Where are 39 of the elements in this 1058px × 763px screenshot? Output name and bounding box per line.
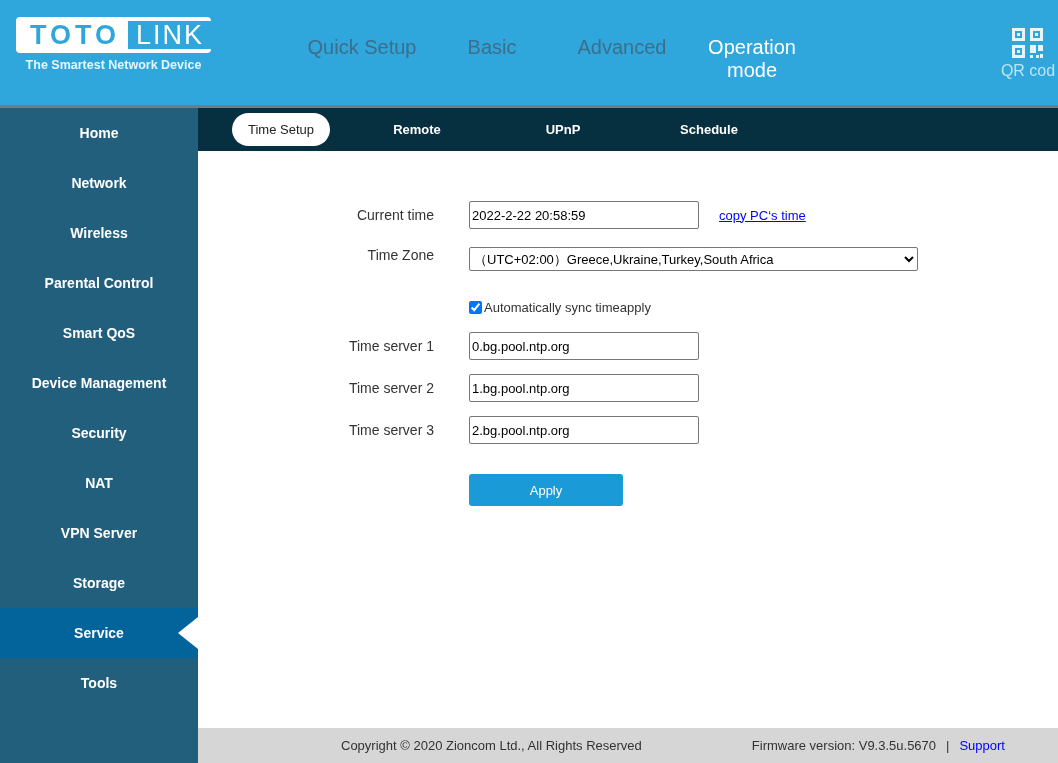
field-label: Time server 1	[347, 337, 434, 354]
sidebar-item[interactable]: Wireless	[0, 208, 198, 258]
field-label: Time server 2	[347, 379, 434, 396]
logo-tagline: The Smartest Network Device	[25, 58, 202, 72]
sidebar-item[interactable]: Service	[0, 608, 198, 658]
qr-code-label: QR cod	[1000, 62, 1056, 80]
checkbox[interactable]	[469, 301, 482, 314]
logo-text: TOTO	[30, 19, 120, 51]
time-zone-select[interactable]: （UTC+02:00）Greece,Ukraine,Turkey,South Africa	[469, 247, 918, 271]
field-label: Time server 3	[347, 421, 434, 438]
logo-text: LINK	[128, 21, 213, 49]
separator: |	[946, 738, 950, 753]
sidebar-item[interactable]: Smart QoS	[0, 308, 198, 358]
input-field[interactable]: 0.bg.pool.ntp.org	[469, 332, 699, 360]
sidebar-item[interactable]: NAT	[0, 458, 198, 508]
checkbox-label: Automatically sync timeapply	[484, 300, 651, 315]
sidebar-item[interactable]: Home	[0, 108, 198, 158]
sidebar-item[interactable]: Network	[0, 158, 198, 208]
sidebar-item[interactable]: VPN Server	[0, 508, 198, 558]
copy-time-link[interactable]: copy PC‘s time	[719, 207, 806, 223]
sidebar-item[interactable]: Storage	[0, 558, 198, 608]
sidebar-item[interactable]: Tools	[0, 658, 198, 708]
input-field[interactable]: 1.bg.pool.ntp.org	[469, 374, 699, 402]
qr-code-icon[interactable]	[1012, 28, 1044, 58]
tab[interactable]: UPnP	[514, 113, 612, 146]
tab[interactable]: Remote	[368, 113, 466, 146]
sidebar-item[interactable]: Security	[0, 408, 198, 458]
input-field[interactable]: 2.bg.pool.ntp.org	[469, 416, 699, 444]
tab[interactable]: Schedule	[660, 113, 758, 146]
field-label: Current time	[355, 206, 434, 223]
input-field[interactable]: 2022-2-22 20:58:59	[469, 201, 699, 229]
copyright-text: Copyright © 2020 Zioncom Ltd., All Rights Reserved	[341, 738, 642, 753]
sidebar-item[interactable]: Device Management	[0, 358, 198, 408]
support-link[interactable]: Support	[959, 738, 1005, 753]
sidebar-item[interactable]: Parental Control	[0, 258, 198, 308]
auto-sync-checkbox[interactable]: Automatically sync timeapply	[469, 300, 1058, 315]
field-label: Time Zone	[366, 247, 434, 263]
firmware-version: Firmware version: V9.3.5u.5670	[751, 738, 937, 753]
tab[interactable]: Time Setup	[232, 113, 330, 146]
